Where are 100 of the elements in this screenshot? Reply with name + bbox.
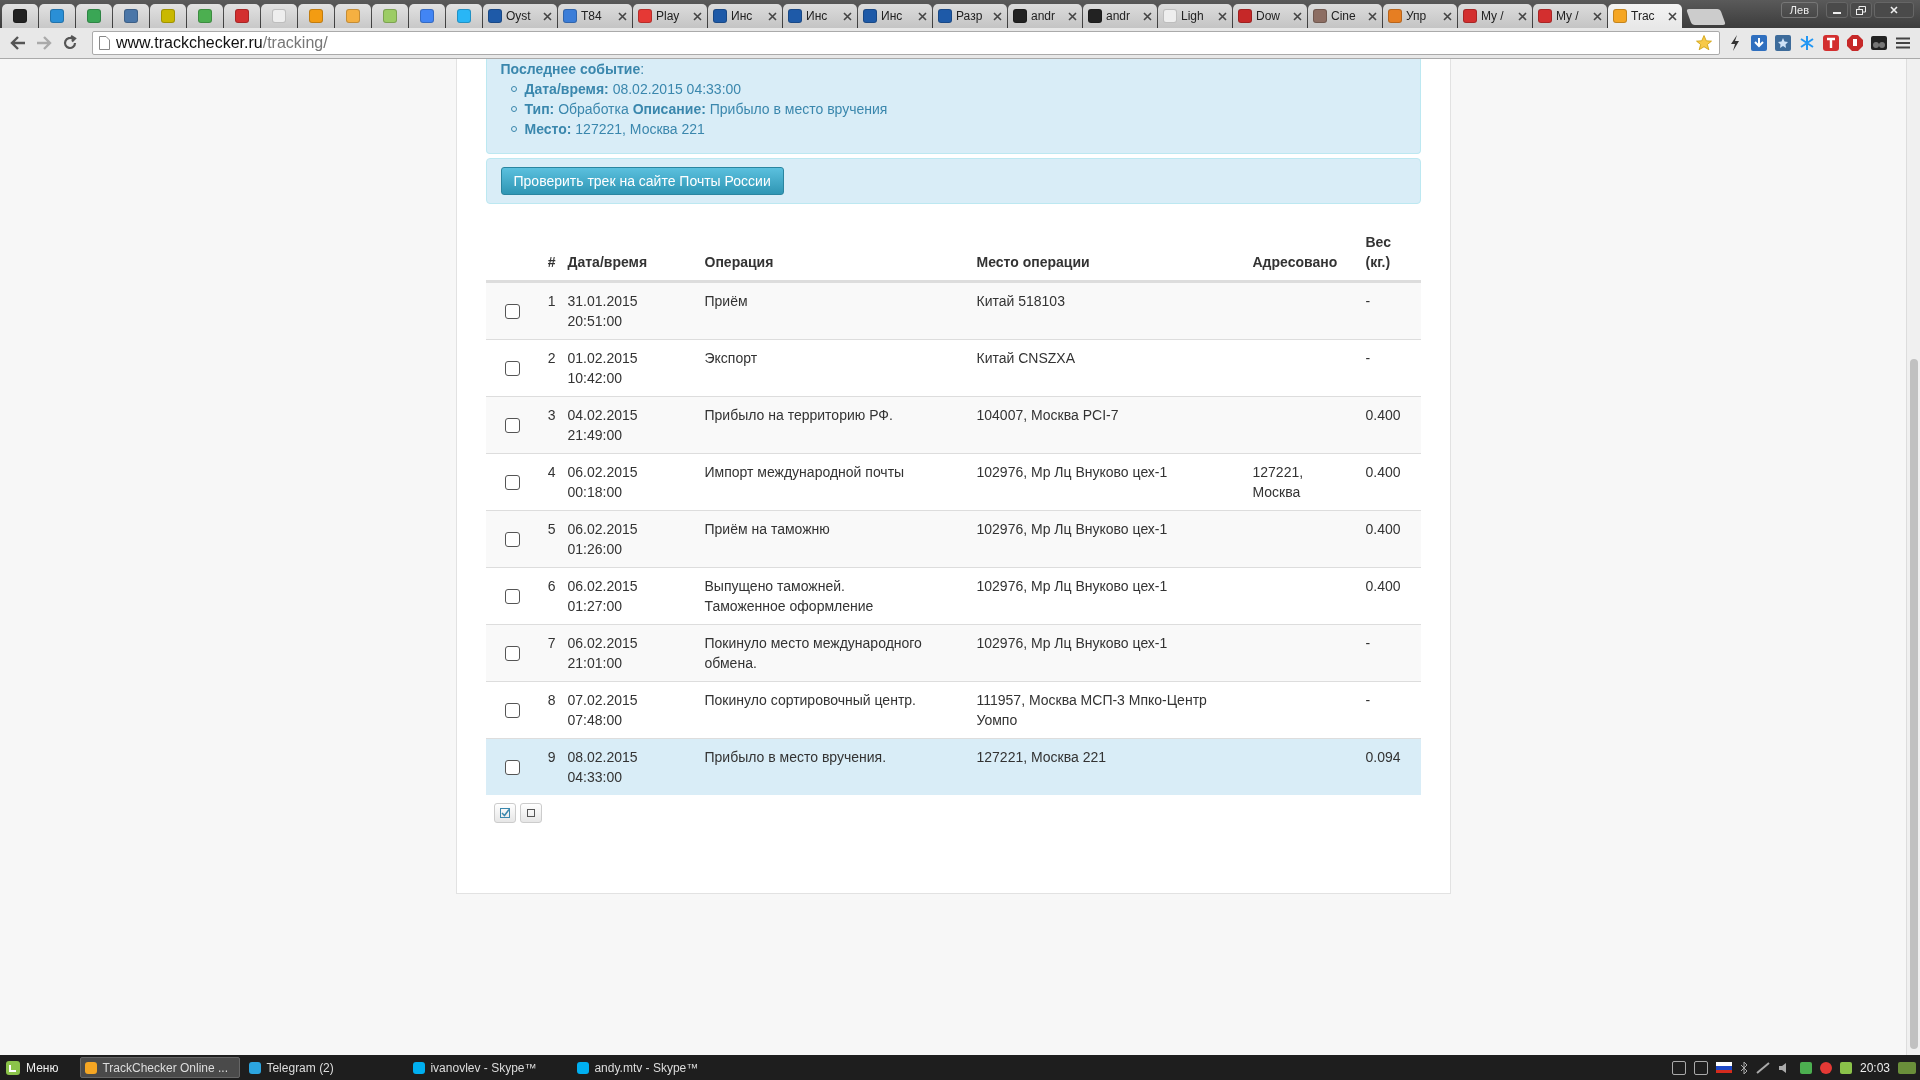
table-cell-text: Прибыло на территорию РФ.	[703, 406, 894, 425]
column-header: Место операции	[975, 253, 1091, 272]
row-checkbox[interactable]	[505, 303, 520, 319]
uncheck-all-button[interactable]	[519, 803, 542, 823]
glasses-icon[interactable]	[1870, 34, 1888, 52]
browser-tab[interactable]: andr	[1008, 4, 1082, 28]
event-detail: Место: 127221, Москва 221	[524, 120, 705, 139]
close-icon[interactable]	[1518, 11, 1527, 21]
event-detail: Тип: Обработка Описание: Прибыло в место вручения	[524, 100, 888, 119]
table-row[interactable]: 9 08.02.2015 04:33:00 Прибыло в место вручения. 127221, Москва 221 0.094	[485, 738, 1421, 795]
new-tab-button[interactable]	[1686, 9, 1726, 25]
table-cell-text: 102976, Мр Лц Внуково цех-1	[975, 463, 1169, 482]
table-cell-text: 102976, Мр Лц Внуково цех-1	[975, 520, 1169, 539]
table-cell-text: 127221, Москва 221	[975, 748, 1108, 767]
close-icon[interactable]	[1293, 11, 1302, 21]
row-checkbox[interactable]	[505, 588, 520, 604]
browser-tab[interactable]: andr	[1083, 4, 1157, 28]
close-icon[interactable]	[1218, 11, 1227, 21]
close-icon[interactable]	[1368, 11, 1377, 21]
table-row[interactable]: 5 06.02.2015 01:26:00 Приём на таможню 102976, Мр Лц Внуково цех-1 0.400	[485, 510, 1421, 567]
pinned-tab[interactable]	[2, 4, 38, 28]
close-icon[interactable]	[918, 11, 927, 21]
table-cell-text: Покинуло сортировочный центр.	[703, 691, 917, 710]
close-icon[interactable]	[768, 11, 777, 21]
table-cell-text: Приём на таможню	[703, 520, 831, 539]
table-cell-text: 4	[546, 463, 557, 482]
network-icon[interactable]	[1755, 1061, 1770, 1074]
close-button[interactable]	[1874, 2, 1914, 18]
browser-tab[interactable]: T84	[558, 4, 632, 28]
table-cell-text: 9	[546, 748, 557, 767]
browser-tab[interactable]: Dow	[1233, 4, 1307, 28]
table-cell-text: 102976, Мр Лц Внуково цех-1	[975, 577, 1169, 596]
t-logo-icon[interactable]	[1822, 34, 1840, 52]
start-menu-button[interactable]: Меню	[4, 1060, 77, 1075]
table-cell-text: Китай CNSZXA	[975, 349, 1076, 368]
table-row[interactable]: 1 31.01.2015 20:51:00 Приём Китай 518103 -	[485, 282, 1421, 339]
table-cell-text: Покинуло место международного обмена.	[703, 634, 923, 673]
close-icon[interactable]	[618, 11, 627, 21]
column-header: Адресовано	[1251, 253, 1339, 272]
restore-button[interactable]	[1850, 2, 1872, 18]
close-icon[interactable]	[543, 11, 552, 21]
browser-tab[interactable]: Trac	[1608, 4, 1682, 28]
table-cell-text: 0.400	[1364, 520, 1402, 539]
event-detail: Дата/время: 08.02.2015 04:33:00	[524, 80, 742, 99]
taskbar-window[interactable]: TrackChecker Online ...	[80, 1057, 241, 1078]
table-cell-text: -	[1364, 691, 1372, 710]
stop-sign-icon[interactable]	[1846, 34, 1864, 52]
row-checkbox[interactable]	[505, 531, 520, 547]
check-all-button[interactable]	[493, 803, 516, 823]
close-icon[interactable]	[1143, 11, 1152, 21]
table-cell-text: 5	[546, 520, 557, 539]
browser-tab[interactable]: Ligh	[1158, 4, 1232, 28]
taskbar-window[interactable]: andy.mtv - Skype™	[572, 1057, 733, 1078]
browser-tab[interactable]: My /	[1458, 4, 1532, 28]
close-icon[interactable]	[1068, 11, 1077, 21]
browser-tab[interactable]: Инс	[783, 4, 857, 28]
profile-name[interactable]: Лев	[1780, 2, 1818, 18]
minimize-button[interactable]	[1826, 2, 1848, 18]
table-cell-text: Импорт международной почты	[703, 463, 906, 482]
scrollbar-thumb[interactable]	[1909, 359, 1918, 1049]
taskbar-window[interactable]: ivanovlev - Skype™	[408, 1057, 569, 1078]
row-checkbox[interactable]	[505, 645, 520, 661]
browser-tab[interactable]: Cine	[1308, 4, 1382, 28]
url-path: /tracking/	[262, 34, 328, 52]
scrollbar[interactable]	[1906, 59, 1920, 1055]
close-icon[interactable]	[843, 11, 852, 21]
table-cell-text: Выпущено таможней. Таможенное оформление	[703, 577, 875, 616]
browser-tab[interactable]: Инс	[858, 4, 932, 28]
star-icon[interactable]	[1695, 34, 1713, 52]
close-icon[interactable]	[1443, 11, 1452, 21]
browser-tab[interactable]: Oyst	[483, 4, 557, 28]
row-checkbox[interactable]	[505, 474, 520, 490]
table-cell-text: 06.02.2015 21:01:00	[566, 634, 639, 673]
column-header: #	[546, 253, 557, 272]
snowflake-icon[interactable]	[1798, 34, 1816, 52]
close-icon[interactable]	[1668, 11, 1677, 21]
table-cell-text: 3	[546, 406, 557, 425]
browser-tab[interactable]: Инс	[708, 4, 782, 28]
flag-icon[interactable]	[1715, 1062, 1732, 1073]
row-checkbox[interactable]	[505, 702, 520, 718]
close-icon[interactable]	[693, 11, 702, 21]
row-checkbox[interactable]	[505, 759, 520, 775]
address-bar[interactable]: www.trackchecker.ru/tracking/	[92, 31, 1720, 55]
close-icon[interactable]	[993, 11, 1002, 21]
close-icon[interactable]	[1593, 11, 1602, 21]
browser-tab[interactable]: Разр	[933, 4, 1007, 28]
browser-tab[interactable]: Play	[633, 4, 707, 28]
column-header: Вес (кг.)	[1364, 233, 1392, 272]
row-checkbox[interactable]	[505, 360, 520, 376]
table-row[interactable]: 3 04.02.2015 21:49:00 Прибыло на территорию РФ. 104007, Москва PCI-7 0.400	[485, 396, 1421, 453]
download-icon[interactable]	[1750, 34, 1768, 52]
table-row[interactable]: 7 06.02.2015 21:01:00 Покинуло место международного обмена. 102976, Мр Лц Внуково цех-1 -	[485, 624, 1421, 681]
browser-tab[interactable]: My /	[1533, 4, 1607, 28]
bluetooth-icon[interactable]	[1739, 1061, 1748, 1074]
browser-tab[interactable]: Упр	[1383, 4, 1457, 28]
empty-box-icon	[526, 809, 535, 817]
taskbar-window[interactable]: Telegram (2)	[244, 1057, 405, 1078]
table-cell-text: -	[1364, 292, 1372, 311]
url-host: www.trackchecker.ru	[116, 34, 263, 52]
row-checkbox[interactable]	[505, 417, 520, 433]
